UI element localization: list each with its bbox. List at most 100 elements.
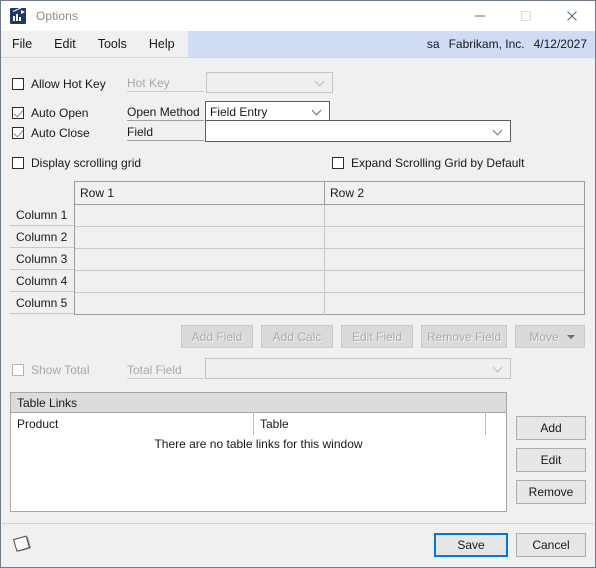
allow-hot-key-label: Allow Hot Key xyxy=(31,77,106,91)
title-bar: Options xyxy=(1,1,595,31)
edit-field-label: Edit Field xyxy=(351,329,403,344)
menu-item-edit[interactable]: Edit xyxy=(43,31,87,57)
chevron-down-icon xyxy=(494,127,503,136)
table-links-group: Table Links Product Table There are no t… xyxy=(10,392,507,512)
grid-cell[interactable] xyxy=(325,271,584,292)
chart-app-icon xyxy=(10,7,26,24)
grid-cell[interactable] xyxy=(75,271,325,292)
grid-cell[interactable] xyxy=(75,249,325,270)
save-label: Save xyxy=(457,538,485,552)
auto-close-label: Auto Close xyxy=(31,126,90,140)
allow-hot-key-checkbox[interactable]: Allow Hot Key xyxy=(12,77,106,91)
window-controls xyxy=(457,1,595,31)
menu-item-file[interactable]: File xyxy=(1,31,43,57)
display-scrolling-grid-box xyxy=(12,157,24,169)
table-links-col-extra xyxy=(485,413,506,435)
auto-open-label: Auto Open xyxy=(31,106,89,120)
add-calc-button[interactable]: Add Calc xyxy=(261,325,333,348)
hot-key-label: Hot Key xyxy=(127,76,204,92)
status-company: Fabrikam, Inc. xyxy=(448,37,525,51)
expand-scrolling-grid-box xyxy=(332,157,344,169)
grid-col-header: Row 2 xyxy=(330,186,365,200)
add-field-button[interactable]: Add Field xyxy=(181,325,253,348)
remove-field-button[interactable]: Remove Field xyxy=(421,325,507,348)
chevron-down-icon xyxy=(313,107,322,116)
table-links-empty-message: There are no table links for this window xyxy=(154,437,363,451)
options-form: Allow Hot Key Hot Key Auto Open Auto Clo… xyxy=(2,58,594,567)
status-date: 4/12/2027 xyxy=(533,37,587,51)
total-field-dropdown[interactable] xyxy=(205,358,511,379)
show-total-box xyxy=(12,364,24,376)
auto-close-checkbox[interactable]: Auto Close xyxy=(12,126,90,140)
expand-scrolling-grid-label: Expand Scrolling Grid by Default xyxy=(351,156,525,170)
grid-row[interactable] xyxy=(75,227,584,249)
status-user: sa xyxy=(426,37,440,51)
field-label: Field xyxy=(127,125,204,141)
display-scrolling-grid-checkbox[interactable]: Display scrolling grid xyxy=(12,156,141,170)
maximize-icon[interactable] xyxy=(503,1,549,31)
edit-field-button[interactable]: Edit Field xyxy=(341,325,413,348)
move-label: Move xyxy=(529,329,559,344)
open-method-value: Field Entry xyxy=(210,104,268,119)
save-button[interactable]: Save xyxy=(434,533,508,557)
display-scrolling-grid-label: Display scrolling grid xyxy=(31,156,142,170)
grid-row-label: Column 3 xyxy=(10,248,74,270)
footer-bar: Save Cancel xyxy=(2,523,594,567)
add-calc-label: Add Calc xyxy=(272,329,322,344)
show-total-label: Show Total xyxy=(31,363,90,377)
chevron-down-icon xyxy=(567,334,575,339)
grid-row-label: Column 2 xyxy=(10,226,74,248)
expand-scrolling-grid-checkbox[interactable]: Expand Scrolling Grid by Default xyxy=(332,156,524,170)
open-method-label: Open Method xyxy=(127,105,204,121)
grid-header-row: Row 1 Row 2 xyxy=(75,182,584,205)
hot-key-dropdown[interactable] xyxy=(206,72,333,93)
remove-link-label: Remove xyxy=(528,485,574,499)
chevron-down-icon xyxy=(316,78,325,87)
grid-cell[interactable] xyxy=(75,205,325,226)
cancel-label: Cancel xyxy=(532,538,570,552)
field-dropdown[interactable] xyxy=(205,120,511,142)
grid-cell[interactable] xyxy=(325,249,584,270)
chevron-down-icon xyxy=(494,364,503,373)
window-title: Options xyxy=(36,9,79,23)
total-field-label: Total Field xyxy=(127,363,204,379)
auto-close-box xyxy=(12,127,24,139)
menu-item-help[interactable]: Help xyxy=(138,31,186,57)
grid-cell[interactable] xyxy=(75,227,325,248)
minimize-icon[interactable] xyxy=(457,1,503,31)
grid-cell[interactable] xyxy=(75,293,325,315)
close-icon[interactable] xyxy=(549,1,595,31)
move-button[interactable]: Move xyxy=(515,325,585,348)
edit-link-label: Edit xyxy=(540,453,562,467)
open-method-dropdown[interactable]: Field Entry xyxy=(205,101,330,122)
menu-bar: File Edit Tools Help sa Fabrikam, Inc. 4… xyxy=(1,31,595,58)
grid-row[interactable] xyxy=(75,249,584,271)
show-total-checkbox[interactable]: Show Total xyxy=(12,363,89,377)
note-icon[interactable] xyxy=(13,535,35,555)
grid-row[interactable] xyxy=(75,293,584,315)
edit-link-button[interactable]: Edit xyxy=(516,448,586,472)
grid-cell[interactable] xyxy=(325,205,584,226)
grid-cell[interactable] xyxy=(325,293,584,315)
add-link-button[interactable]: Add xyxy=(516,416,586,440)
cancel-button[interactable]: Cancel xyxy=(516,533,586,557)
auto-open-box xyxy=(12,107,24,119)
remove-field-label: Remove Field xyxy=(426,329,502,344)
remove-link-button[interactable]: Remove xyxy=(516,480,586,504)
add-link-label: Add xyxy=(540,421,562,435)
menu-item-tools[interactable]: Tools xyxy=(87,31,138,57)
grid-cell[interactable] xyxy=(325,227,584,248)
menu-items: File Edit Tools Help xyxy=(1,31,186,57)
table-links-title: Table Links xyxy=(11,393,506,413)
options-window: Options File Edit Tools Help sa Fabrikam… xyxy=(0,0,596,568)
grid-col-header: Row 1 xyxy=(75,182,325,204)
grid-row-label: Column 1 xyxy=(10,204,74,226)
grid-row[interactable] xyxy=(75,205,584,227)
scrolling-grid[interactable]: Row 1 Row 2 xyxy=(74,181,585,315)
grid-row[interactable] xyxy=(75,271,584,293)
table-links-col-table: Table xyxy=(253,413,485,435)
grid-row-labels: Column 1 Column 2 Column 3 Column 4 Colu… xyxy=(10,204,74,314)
grid-row-label: Column 4 xyxy=(10,270,74,292)
allow-hot-key-box xyxy=(12,78,24,90)
auto-open-checkbox[interactable]: Auto Open xyxy=(12,106,88,120)
